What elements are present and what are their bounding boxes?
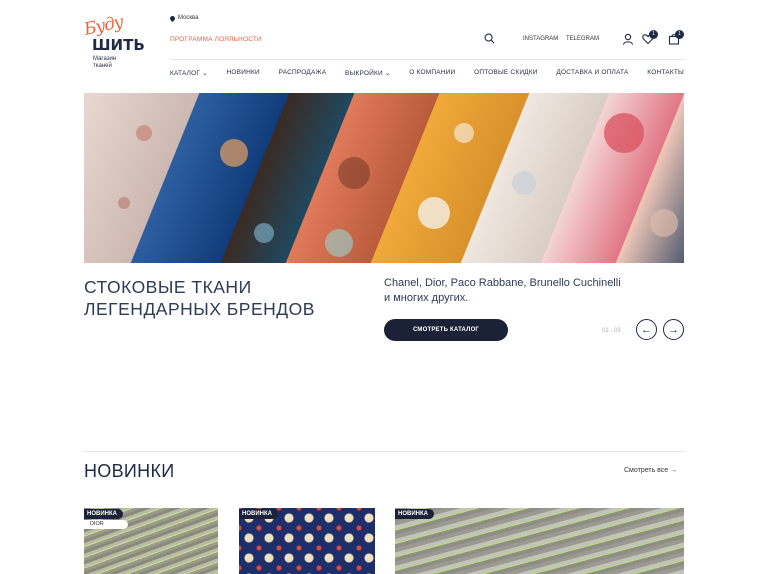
search-icon[interactable] [484, 33, 495, 44]
logo-subtitle: Магазин тканей [93, 56, 117, 69]
see-all-link[interactable]: Смотреть все → [624, 467, 677, 474]
nav-item-catalog[interactable]: КАТАЛОГ ⌄ [170, 69, 208, 77]
next-slide-button[interactable]: → [663, 319, 684, 340]
instagram-link[interactable]: INSTAGRAM [523, 36, 558, 42]
view-catalog-button[interactable]: СМОТРЕТЬ КАТАЛОГ [384, 319, 508, 341]
store-logo[interactable]: Буду ШИТЬ Магазин тканей [82, 12, 144, 72]
arrow-right-icon: → [668, 323, 679, 336]
nav-item-delivery[interactable]: ДОСТАВКА И ОПЛАТА [556, 69, 628, 77]
cart-count-badge: 1 [675, 30, 684, 39]
logo-main-text: ШИТЬ [92, 36, 145, 54]
wishlist-count-badge: 1 [649, 30, 658, 39]
hero-title: СТОКОВЫЕ ТКАНИ ЛЕГЕНДАРНЫХ БРЕНДОВ [84, 277, 315, 319]
main-nav: КАТАЛОГ ⌄ НОВИНКИ РАСПРОДАЖА ВЫКРОЙКИ ⌄ … [170, 69, 684, 77]
prev-slide-button[interactable]: ← [636, 319, 657, 340]
floral-pattern-overlay [118, 113, 678, 257]
new-arrivals-title: НОВИНКИ [84, 461, 175, 481]
telegram-link[interactable]: TELEGRAM [566, 36, 599, 42]
nav-item-contacts[interactable]: КОНТАКТЫ [647, 69, 684, 77]
nav-item-patterns[interactable]: ВЫКРОЙКИ ⌄ [345, 69, 391, 77]
product-card[interactable]: НОВИНКА [395, 508, 684, 574]
brand-badge: DIOR [84, 520, 128, 529]
header-divider [170, 59, 684, 60]
hero-banner-image [84, 93, 684, 263]
city-label: Москва [178, 15, 199, 21]
location-pin-icon [168, 14, 177, 22]
nav-item-new[interactable]: НОВИНКИ [227, 69, 260, 77]
loyalty-program-link[interactable]: ПРОГРАММА ЛОЯЛЬНОСТИ [170, 36, 262, 43]
city-selector[interactable]: Москва [168, 14, 199, 22]
new-badge: НОВИНКА [84, 509, 123, 519]
section-divider [84, 451, 684, 452]
slide-counter: 01 - 03 [602, 328, 621, 334]
hero-description: Chanel, Dior, Paco Rabbane, Brunello Cuc… [384, 277, 621, 304]
nav-item-about[interactable]: О КОМПАНИИ [409, 69, 455, 77]
new-badge: НОВИНКА [239, 509, 278, 519]
product-card[interactable]: НОВИНКА DIOR [84, 508, 218, 574]
product-card[interactable]: НОВИНКА [239, 508, 375, 574]
new-badge: НОВИНКА [395, 509, 434, 519]
nav-item-sale[interactable]: РАСПРОДАЖА [279, 69, 327, 77]
nav-item-wholesale[interactable]: ОПТОВЫЕ СКИДКИ [474, 69, 538, 77]
arrow-left-icon: ← [641, 323, 652, 336]
user-icon[interactable] [622, 33, 634, 45]
